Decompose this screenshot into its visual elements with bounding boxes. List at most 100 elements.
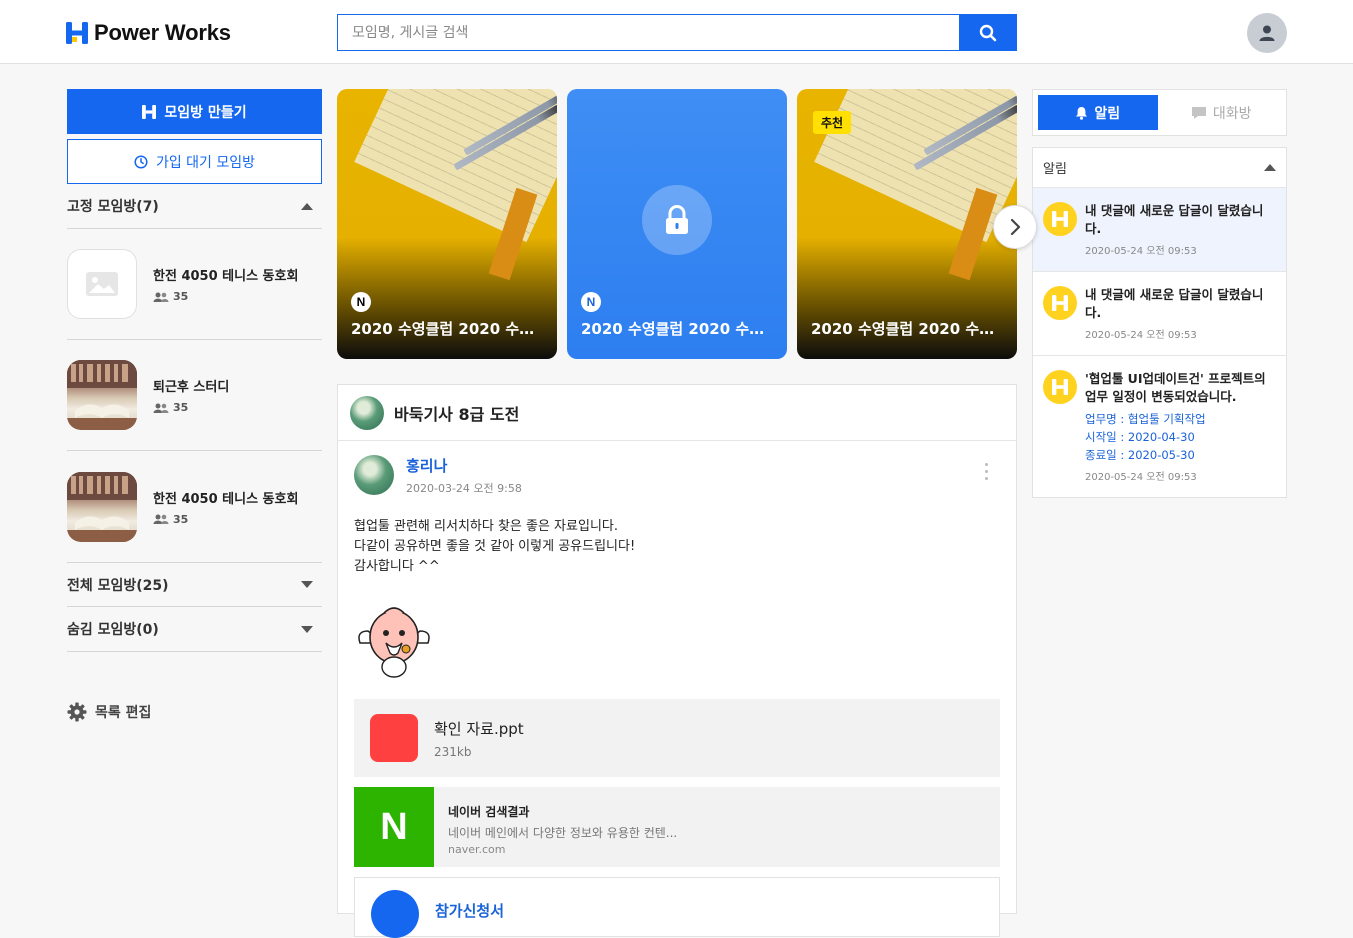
pinned-groups-list: 한전 4050 테니스 동호회 35 퇴근후 스터디 35 한전 4050 테니… (67, 229, 322, 562)
group-name: 퇴근후 스터디 (153, 380, 230, 395)
left-sidebar: 모임방 만들기 가입 대기 모임방 고정 모임방(7) 한전 4050 테니스 … (67, 89, 322, 722)
group-item[interactable]: 한전 4050 테니스 동호회 35 (67, 229, 322, 340)
image-placeholder-icon (86, 272, 118, 296)
all-groups-title: 전체 모임방(25) (67, 577, 169, 594)
books-photo (67, 471, 137, 542)
search-icon (979, 24, 996, 41)
brand-name: Power Works (94, 20, 231, 45)
group-thumbnail (67, 249, 137, 319)
card-title: 2020 수영클럽 2020 수영클럽 (811, 320, 1005, 338)
author-avatar[interactable] (354, 455, 394, 495)
file-name: 확인 자료.ppt (434, 719, 524, 738)
people-icon (153, 292, 169, 302)
tab-notifications-label: 알림 (1094, 105, 1121, 122)
brand-h-icon (1043, 286, 1077, 320)
pinned-groups-header[interactable]: 고정 모임방(7) (67, 184, 322, 229)
group-member-count: 35 (153, 513, 298, 526)
edit-list-label: 목록 편집 (95, 705, 152, 721)
lock-icon (666, 205, 688, 234)
notification-panel-title: 알림 (1043, 162, 1067, 177)
create-group-label: 모임방 만들기 (164, 104, 247, 121)
card-title: 2020 수영클럽 2020 수영클럽 (351, 320, 545, 338)
lock-badge (642, 185, 712, 255)
carousel-next-button[interactable] (993, 205, 1037, 249)
search-input[interactable] (338, 15, 959, 50)
user-avatar[interactable] (1247, 13, 1287, 53)
brand-h-icon (142, 104, 157, 119)
notification-panel-header[interactable]: 알림 (1033, 148, 1286, 188)
brand-logo[interactable]: Power Works (66, 20, 231, 46)
new-badge: N (581, 292, 601, 312)
notification-message: 내 댓글에 새로운 답글이 달렸습니다. (1085, 203, 1264, 236)
group-item[interactable]: 한전 4050 테니스 동호회 35 (67, 451, 322, 562)
group-member-count: 35 (153, 290, 298, 303)
create-group-button[interactable]: 모임방 만들기 (67, 89, 322, 134)
search-button[interactable] (959, 15, 1016, 50)
hidden-groups-title: 숨김 모임방(0) (67, 622, 159, 638)
post-line: 다같이 공유하면 좋을 것 같아 이렇게 공유드립니다! (354, 539, 636, 554)
notification-details: 업무명 : 협업툴 기획작업 시작일 : 2020-04-30 종료일 : 20… (1085, 410, 1276, 464)
top-header: Power Works (0, 0, 1353, 64)
expand-icon (301, 581, 313, 588)
tab-chat-label: 대화방 (1212, 105, 1252, 122)
notification-item[interactable]: 내 댓글에 새로운 답글이 달렸습니다. 2020-05-24 오전 09:53 (1033, 188, 1286, 272)
tab-notifications[interactable]: 알림 (1038, 95, 1158, 130)
right-panel: 알림 대화방 알림 내 댓글에 새로운 답글이 달렸습니다. 2020-05-2… (1032, 89, 1287, 498)
link-url: naver.com (448, 843, 506, 856)
notification-date: 2020-05-24 오전 09:53 (1085, 330, 1197, 341)
post-author: 홍리나 2020-03-24 오전 9:58 (338, 441, 1016, 501)
file-size: 231kb (434, 744, 472, 759)
notification-message: '협업툴 UI업데이트건' 프로젝트의 업무 일정이 변동되었습니다. (1085, 371, 1266, 404)
chat-icon (1191, 106, 1206, 119)
group-card[interactable]: 추천 2020 수영클럽 2020 수영클럽 (797, 89, 1017, 359)
notification-item[interactable]: 내 댓글에 새로운 답글이 달렸습니다. 2020-05-24 오전 09:53 (1033, 272, 1286, 356)
notification-detail-line: 종료일 : 2020-05-30 (1085, 448, 1195, 462)
group-name: 한전 4050 테니스 동호회 (153, 491, 299, 507)
gear-icon (67, 702, 87, 722)
group-item[interactable]: 퇴근후 스터디 35 (67, 340, 322, 451)
post-body: 협업툴 관련해 리서치하다 찾은 좋은 자료입니다. 다같이 공유하면 좋을 것… (338, 501, 1016, 577)
author-name[interactable]: 홍리나 (406, 455, 522, 476)
card-title: 2020 수영클럽 2020 수영클럽 (581, 320, 775, 338)
user-icon (1259, 25, 1275, 41)
chevron-right-icon (1010, 218, 1021, 236)
post-group-name: 바둑기사 8급 도전 (394, 404, 520, 424)
form-attachment[interactable]: 참가신청서 (354, 877, 1000, 938)
notification-detail-line: 시작일 : 2020-04-30 (1085, 430, 1195, 444)
panel-tabs: 알림 대화방 (1032, 89, 1287, 136)
pending-groups-label: 가입 대기 모임방 (155, 154, 256, 171)
group-member-count: 35 (153, 401, 229, 414)
group-thumbnail (67, 471, 137, 542)
people-icon (153, 514, 169, 524)
brand-h-icon (1043, 202, 1077, 236)
search-bar (337, 14, 1017, 51)
group-card[interactable]: N 2020 수영클럽 2020 수영클럽 (337, 89, 557, 359)
edit-list-button[interactable]: 목록 편집 (67, 702, 322, 722)
post-group-header[interactable]: 바둑기사 8급 도전 (338, 385, 1016, 441)
all-groups-header[interactable]: 전체 모임방(25) (67, 562, 322, 607)
tab-chat[interactable]: 대화방 (1162, 95, 1282, 130)
notification-panel: 알림 내 댓글에 새로운 답글이 달렸습니다. 2020-05-24 오전 09… (1032, 147, 1287, 498)
books-photo (67, 360, 137, 430)
group-card-locked[interactable]: N 2020 수영클럽 2020 수영클럽 (567, 89, 787, 359)
collapse-icon (1264, 164, 1276, 171)
clock-icon (134, 154, 148, 169)
expand-icon (301, 625, 313, 633)
notification-date: 2020-05-24 오전 09:53 (1085, 472, 1197, 483)
notification-item[interactable]: '협업툴 UI업데이트건' 프로젝트의 업무 일정이 변동되었습니다. 업무명 … (1033, 356, 1286, 497)
group-name: 한전 4050 테니스 동호회 (153, 269, 299, 284)
hidden-groups-header[interactable]: 숨김 모임방(0) (67, 607, 322, 652)
brand-h-icon (66, 22, 88, 44)
link-preview[interactable]: N 네이버 검색결과 네이버 메인에서 다양한 정보와 유용한 컨텐... na… (354, 787, 1000, 867)
more-options-icon[interactable] (985, 463, 988, 480)
post-date: 2020-03-24 오전 9:58 (406, 481, 522, 495)
new-badge: N (351, 292, 371, 312)
file-attachment[interactable]: 확인 자료.ppt 231kb (354, 699, 1000, 777)
pending-groups-button[interactable]: 가입 대기 모임방 (67, 139, 322, 184)
link-description: 네이버 메인에서 다양한 정보와 유용한 컨텐... (448, 826, 678, 840)
post-line: 협업툴 관련해 리서치하다 찾은 좋은 자료입니다. (354, 519, 618, 534)
notification-date: 2020-05-24 오전 09:53 (1085, 246, 1197, 257)
notification-detail-line: 업무명 : 협업툴 기획작업 (1085, 412, 1206, 426)
brand-h-icon (1043, 370, 1077, 404)
people-icon (153, 403, 169, 413)
